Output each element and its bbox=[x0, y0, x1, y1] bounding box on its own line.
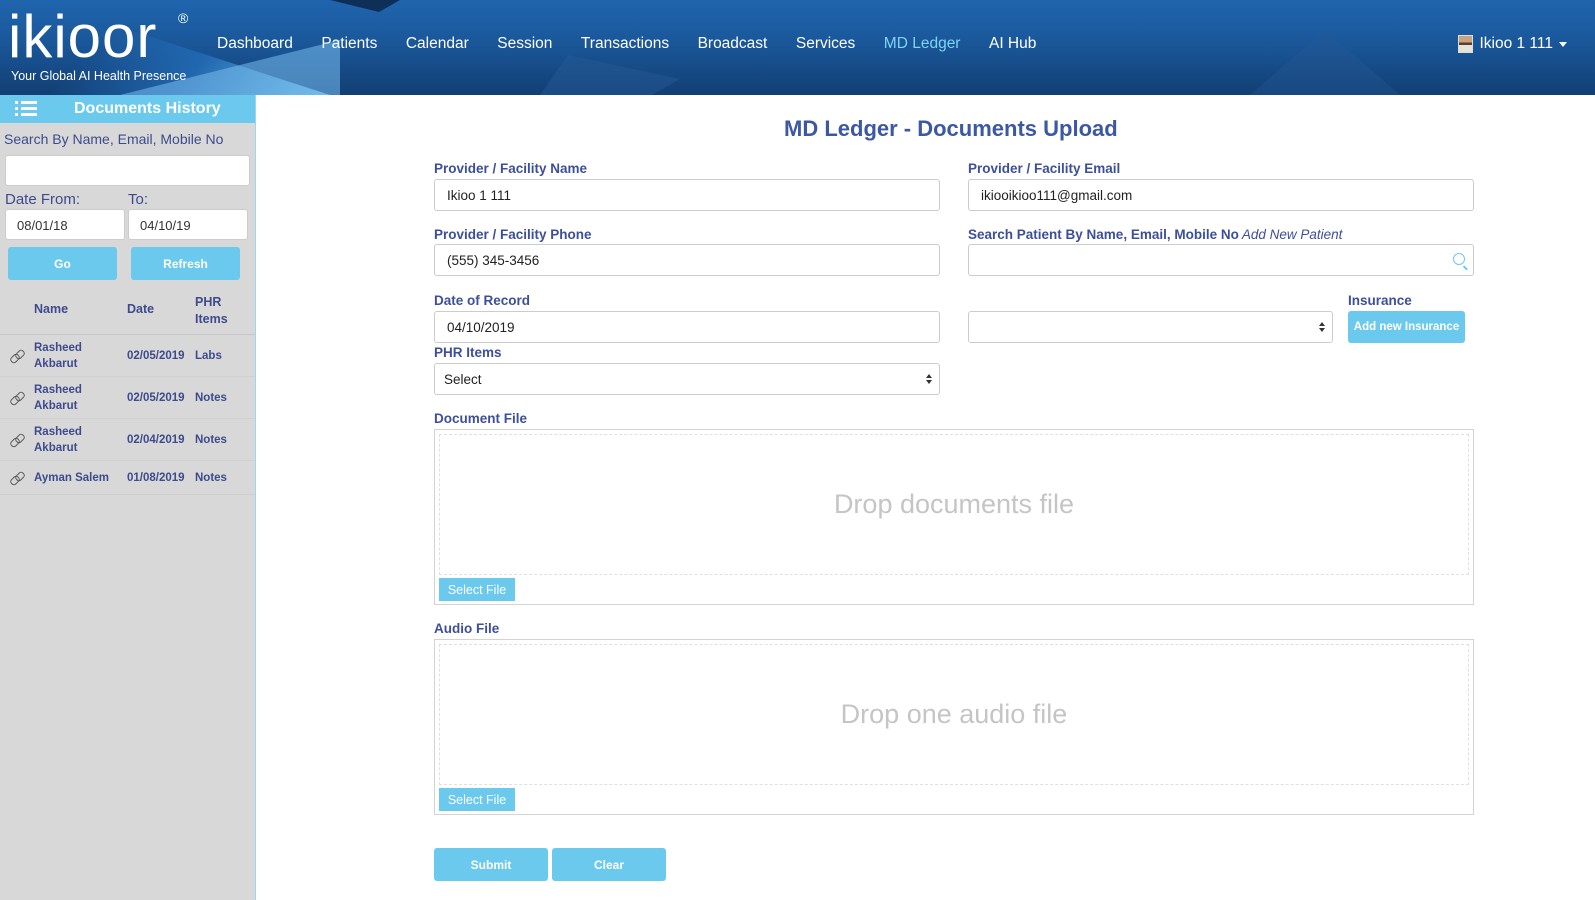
provider-email-label: Provider / Facility Email bbox=[968, 161, 1121, 176]
document-select-file-button[interactable]: Select File bbox=[439, 578, 515, 601]
avatar bbox=[1458, 35, 1474, 53]
history-search-input[interactable] bbox=[5, 155, 250, 186]
logo-text: ikioor bbox=[8, 3, 158, 70]
header-decoration bbox=[1250, 30, 1400, 95]
row-date: 02/05/2019 bbox=[127, 349, 185, 362]
row-name: Rasheed Akbarut bbox=[34, 341, 82, 370]
phr-items-select[interactable]: Select bbox=[434, 363, 940, 395]
select-arrows-icon bbox=[1319, 322, 1325, 334]
date-of-record-field[interactable]: 04/10/2019 bbox=[434, 311, 940, 343]
audio-file-label: Audio File bbox=[434, 621, 500, 636]
header-decoration bbox=[330, 0, 400, 12]
sidebar-title: Documents History bbox=[74, 100, 221, 117]
add-new-patient-link[interactable]: Add New Patient bbox=[1242, 227, 1343, 242]
insurance-label: Insurance bbox=[1348, 293, 1412, 308]
audio-drop-text: Drop one audio file bbox=[439, 644, 1469, 785]
row-items: Notes bbox=[195, 391, 227, 404]
phr-items-label: PHR Items bbox=[434, 345, 502, 360]
row-name: Rasheed Akbarut bbox=[34, 425, 82, 454]
date-to-input[interactable]: 04/10/19 bbox=[128, 209, 248, 240]
insurance-select[interactable] bbox=[968, 311, 1333, 343]
provider-name-label: Provider / Facility Name bbox=[434, 161, 588, 176]
date-to-label: To: bbox=[128, 191, 149, 208]
nav-transactions[interactable]: Transactions bbox=[581, 35, 669, 53]
logo-registered-mark: ® bbox=[178, 10, 189, 26]
go-button[interactable]: Go bbox=[8, 247, 117, 280]
nav-calendar[interactable]: Calendar bbox=[406, 35, 469, 53]
page-title: MD Ledger - Documents Upload bbox=[784, 116, 1118, 141]
nav-patients[interactable]: Patients bbox=[321, 35, 377, 53]
provider-email-field[interactable]: ikiooikioo111@gmail.com bbox=[968, 179, 1474, 211]
date-of-record-label: Date of Record bbox=[434, 293, 531, 308]
row-date: 02/05/2019 bbox=[127, 391, 185, 404]
header-decoration bbox=[540, 55, 680, 95]
row-items: Notes bbox=[195, 471, 227, 484]
row-date: 01/08/2019 bbox=[127, 471, 185, 484]
column-date: Date bbox=[127, 302, 155, 316]
submit-button[interactable]: Submit bbox=[434, 848, 548, 881]
nav-services[interactable]: Services bbox=[796, 35, 855, 53]
link-icon[interactable] bbox=[10, 433, 24, 447]
documents-history-sidebar: Documents History Search By Name, Email,… bbox=[0, 95, 256, 900]
date-from-label: Date From: bbox=[5, 191, 81, 208]
audio-select-file-button[interactable]: Select File bbox=[439, 788, 515, 811]
table-row[interactable]: Rasheed Akbarut 02/05/2019 Labs bbox=[0, 335, 255, 377]
select-arrows-icon bbox=[926, 374, 932, 386]
list-icon[interactable] bbox=[15, 101, 37, 117]
row-items: Labs bbox=[195, 349, 222, 362]
nav-session[interactable]: Session bbox=[497, 35, 552, 53]
link-icon[interactable] bbox=[10, 391, 24, 405]
caret-down-icon bbox=[1559, 41, 1567, 47]
row-date: 02/04/2019 bbox=[127, 433, 185, 446]
document-file-label: Document File bbox=[434, 411, 528, 426]
document-dropzone[interactable]: Drop documents file Select File bbox=[434, 429, 1474, 605]
patient-search-label-text: Search Patient By Name, Email, Mobile No bbox=[968, 227, 1239, 242]
logo[interactable]: ikioor ® Your Global AI Health Presence bbox=[8, 2, 188, 83]
table-row[interactable]: Rasheed Akbarut 02/05/2019 Notes bbox=[0, 377, 255, 419]
provider-phone-field[interactable]: (555) 345-3456 bbox=[434, 244, 940, 276]
audio-dropzone[interactable]: Drop one audio file Select File bbox=[434, 639, 1474, 815]
table-row[interactable]: Ayman Salem 01/08/2019 Notes bbox=[0, 461, 255, 495]
nav-md-ledger[interactable]: MD Ledger bbox=[884, 35, 961, 53]
table-row[interactable]: Rasheed Akbarut 02/04/2019 Notes bbox=[0, 419, 255, 461]
link-icon[interactable] bbox=[10, 471, 24, 485]
column-phr-items: PHR Items bbox=[195, 295, 228, 326]
row-name: Ayman Salem bbox=[34, 471, 109, 484]
user-menu[interactable]: Ikioo 1 111 bbox=[1458, 35, 1567, 53]
link-icon[interactable] bbox=[10, 349, 24, 363]
nav-broadcast[interactable]: Broadcast bbox=[698, 35, 768, 53]
document-drop-text: Drop documents file bbox=[439, 434, 1469, 575]
row-name: Rasheed Akbarut bbox=[34, 383, 82, 412]
patient-search-label: Search Patient By Name, Email, Mobile No… bbox=[968, 227, 1342, 242]
search-icon[interactable] bbox=[1453, 253, 1465, 265]
nav-dashboard[interactable]: Dashboard bbox=[217, 35, 293, 53]
phr-items-value: Select bbox=[444, 372, 482, 387]
provider-phone-label: Provider / Facility Phone bbox=[434, 227, 592, 242]
table-header: Name Date PHR Items bbox=[0, 294, 255, 335]
sidebar-header: Documents History bbox=[0, 95, 255, 123]
top-header: ikioor ® Your Global AI Health Presence … bbox=[0, 0, 1595, 95]
date-from-input[interactable]: 08/01/18 bbox=[5, 209, 125, 240]
nav-ai-hub[interactable]: AI Hub bbox=[989, 35, 1036, 53]
provider-name-field[interactable]: Ikioo 1 111 bbox=[434, 179, 940, 211]
user-name: Ikioo 1 111 bbox=[1479, 35, 1553, 52]
logo-tagline: Your Global AI Health Presence bbox=[11, 69, 187, 83]
search-label: Search By Name, Email, Mobile No bbox=[4, 131, 224, 147]
clear-button[interactable]: Clear bbox=[552, 848, 666, 881]
history-table: Name Date PHR Items Rasheed Akbarut 02/0… bbox=[0, 294, 255, 495]
main-nav: Dashboard Patients Calendar Session Tran… bbox=[217, 35, 1065, 53]
patient-search-input[interactable] bbox=[968, 244, 1474, 276]
row-items: Notes bbox=[195, 433, 227, 446]
refresh-button[interactable]: Refresh bbox=[131, 247, 240, 280]
add-insurance-button[interactable]: Add new Insurance bbox=[1348, 311, 1465, 343]
column-name: Name bbox=[34, 302, 69, 316]
